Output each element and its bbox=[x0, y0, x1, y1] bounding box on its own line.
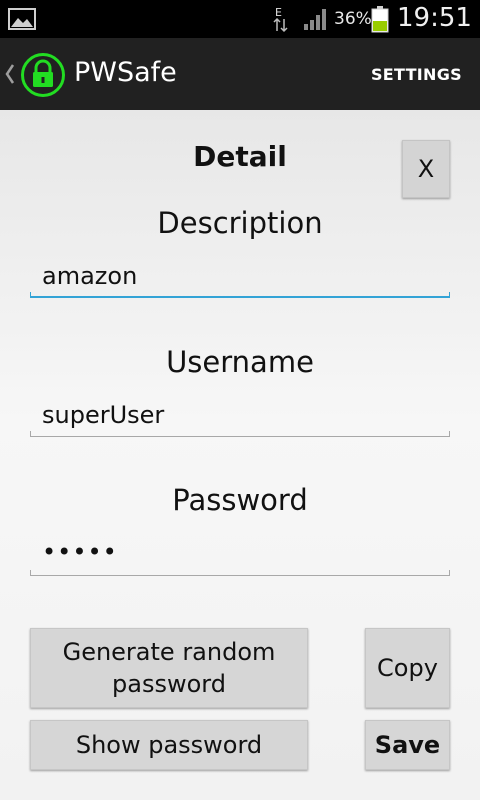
generate-password-button[interactable]: Generate random password bbox=[30, 628, 308, 708]
username-underline bbox=[30, 431, 450, 437]
password-label: Password bbox=[172, 483, 308, 517]
username-field[interactable]: superUser bbox=[30, 397, 450, 437]
action-bar: PWSafe SETTINGS bbox=[0, 38, 480, 110]
gallery-icon bbox=[8, 8, 36, 30]
username-label: Username bbox=[166, 345, 314, 379]
username-value: superUser bbox=[42, 401, 165, 429]
save-button[interactable]: Save bbox=[365, 720, 450, 770]
description-value: amazon bbox=[42, 262, 138, 290]
detail-panel: Detail X Description amazon Username sup… bbox=[0, 110, 480, 800]
password-underline bbox=[30, 570, 450, 576]
network-type-label: E bbox=[275, 6, 282, 19]
status-bar: E 36% 19:51 bbox=[0, 0, 480, 38]
show-password-button[interactable]: Show password bbox=[30, 720, 308, 770]
battery-icon bbox=[371, 6, 389, 33]
data-arrows-icon: E bbox=[273, 6, 288, 33]
description-underline bbox=[30, 292, 450, 298]
app-title[interactable]: PWSafe bbox=[74, 57, 177, 88]
generate-line-2: password bbox=[112, 670, 226, 698]
description-field[interactable]: amazon bbox=[30, 258, 450, 298]
copy-button[interactable]: Copy bbox=[365, 628, 450, 708]
generate-line-1: Generate random bbox=[62, 638, 276, 666]
password-field[interactable]: ••••• bbox=[30, 536, 450, 576]
chevron-left-icon[interactable] bbox=[4, 62, 16, 86]
description-label: Description bbox=[157, 206, 323, 240]
lock-icon[interactable] bbox=[20, 52, 66, 98]
settings-button[interactable]: SETTINGS bbox=[371, 65, 462, 84]
close-button[interactable]: X bbox=[402, 140, 450, 198]
clock: 19:51 bbox=[397, 3, 472, 33]
signal-icon bbox=[304, 9, 326, 30]
battery-percent: 36% bbox=[334, 9, 372, 29]
password-value: ••••• bbox=[42, 538, 118, 566]
